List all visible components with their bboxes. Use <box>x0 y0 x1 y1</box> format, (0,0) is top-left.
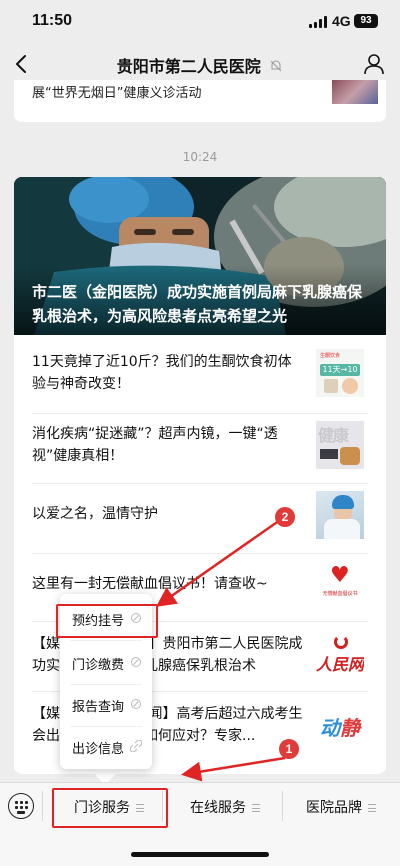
article-thumbnail <box>316 491 364 539</box>
page-title: 贵阳市第二人民医院 <box>0 53 400 77</box>
thumbnail-label-part: 静 <box>340 716 360 740</box>
article-thumbnail: 健康 <box>316 421 364 469</box>
status-bar: 11:50 4G 93 <box>0 0 400 42</box>
doctor-image <box>332 495 354 509</box>
divider <box>42 791 43 821</box>
thumbnail-label: 人民网 <box>316 655 364 674</box>
submenu-item-schedule[interactable]: 出诊信息 <box>60 726 152 770</box>
divider <box>32 553 368 554</box>
submenu-item-label: 出诊信息 <box>72 742 125 757</box>
menu-tab-label: 在线服务 <box>190 800 246 816</box>
divider <box>32 413 368 414</box>
submenu-item-payment[interactable]: 门诊缴费 <box>60 642 152 686</box>
food-icon <box>324 379 338 393</box>
keyboard-icon[interactable] <box>8 793 34 819</box>
article-thumbnail: 生酮饮食 11天→10斤 <box>316 349 364 397</box>
message-timestamp: 10:24 <box>182 150 218 164</box>
article-thumbnail: 动静 <box>316 701 364 749</box>
article-title: 以爱之名，温情守护 <box>32 506 158 522</box>
link-icon <box>131 699 141 709</box>
article-thumbnail: 人民网 <box>316 631 364 679</box>
menu-tab-label: 医院品牌 <box>306 800 362 816</box>
thumbnail-label: 健康 <box>318 426 349 445</box>
bell-muted-icon <box>270 60 282 72</box>
divider <box>32 483 368 484</box>
battery-icon: 93 <box>354 14 378 28</box>
article-row-3[interactable]: 以爱之名，温情守护 <box>14 489 386 549</box>
hero-article[interactable]: 市二医（金阳医院）成功实施首例局麻下乳腺癌保乳根治术，为高风险患者点亮希望之光 <box>14 177 386 335</box>
annotation-badge-2: 2 <box>275 507 295 527</box>
thumbnail-badge: 11天→10斤 <box>320 364 360 386</box>
link-icon <box>130 740 142 752</box>
thumbnail-decoration <box>340 447 360 465</box>
user-icon[interactable] <box>362 52 386 76</box>
article-row-2[interactable]: 消化疾病“捉迷藏”？超声内镜，一键“透视”健康真相！ 健康 <box>14 419 386 479</box>
thumbnail-label: 动静 <box>316 712 364 741</box>
thumbnail-label: 生酮饮食 <box>320 353 341 359</box>
submenu-icon <box>252 804 260 812</box>
thumbnail-decoration <box>320 449 338 459</box>
thumbnail-label: 无偿献血倡议书 <box>322 591 358 597</box>
home-indicator <box>131 852 269 857</box>
divider <box>70 640 142 641</box>
status-time: 11:50 <box>32 12 73 29</box>
doctor-image <box>324 519 360 539</box>
highlight-box-outpatient <box>52 788 168 828</box>
people-daily-logo-icon <box>334 635 348 649</box>
article-title: 这里有一封无偿献血倡议书！请查收~ <box>32 576 268 592</box>
divider <box>282 791 283 821</box>
menu-tab-brand[interactable]: 医院品牌 <box>306 793 376 823</box>
prev-article-title: 展“世界无烟日”健康义诊活动 <box>32 86 202 101</box>
food-icon <box>342 378 358 394</box>
article-title: 11天竟掉了近10斤？我们的生酮饮食初体验与神奇改变！ <box>32 354 292 392</box>
article-title: 消化疾病“捉迷藏”？超声内镜，一键“透视”健康真相！ <box>32 426 278 464</box>
submenu-item-label: 门诊缴费 <box>72 658 125 673</box>
submenu-icon <box>368 804 376 812</box>
article-row-1[interactable]: 11天竟掉了近10斤？我们的生酮饮食初体验与神奇改变！ 生酮饮食 11天→10斤 <box>14 347 386 407</box>
thumbnail-label-part: 动 <box>320 716 340 740</box>
prev-article-thumbnail <box>332 80 378 104</box>
network-type: 4G <box>332 13 351 29</box>
heart-icon: ♥ <box>330 563 350 588</box>
signal-icon <box>309 16 327 28</box>
highlight-box-appointment <box>56 604 158 638</box>
annotation-badge-1: 1 <box>279 739 299 759</box>
menu-tab-online[interactable]: 在线服务 <box>190 793 260 823</box>
page-title-text: 贵阳市第二人民医院 <box>116 57 261 76</box>
hero-title: 市二医（金阳医院）成功实施首例局麻下乳腺癌保乳根治术，为高风险患者点亮希望之光 <box>32 283 363 325</box>
submenu-item-label: 报告查询 <box>72 700 125 715</box>
article-thumbnail: ♥ 无偿献血倡议书 <box>316 561 364 609</box>
submenu-item-report[interactable]: 报告查询 <box>60 684 152 728</box>
link-icon <box>131 657 141 667</box>
prev-article-card[interactable]: 展“世界无烟日”健康义诊活动 <box>14 80 386 122</box>
